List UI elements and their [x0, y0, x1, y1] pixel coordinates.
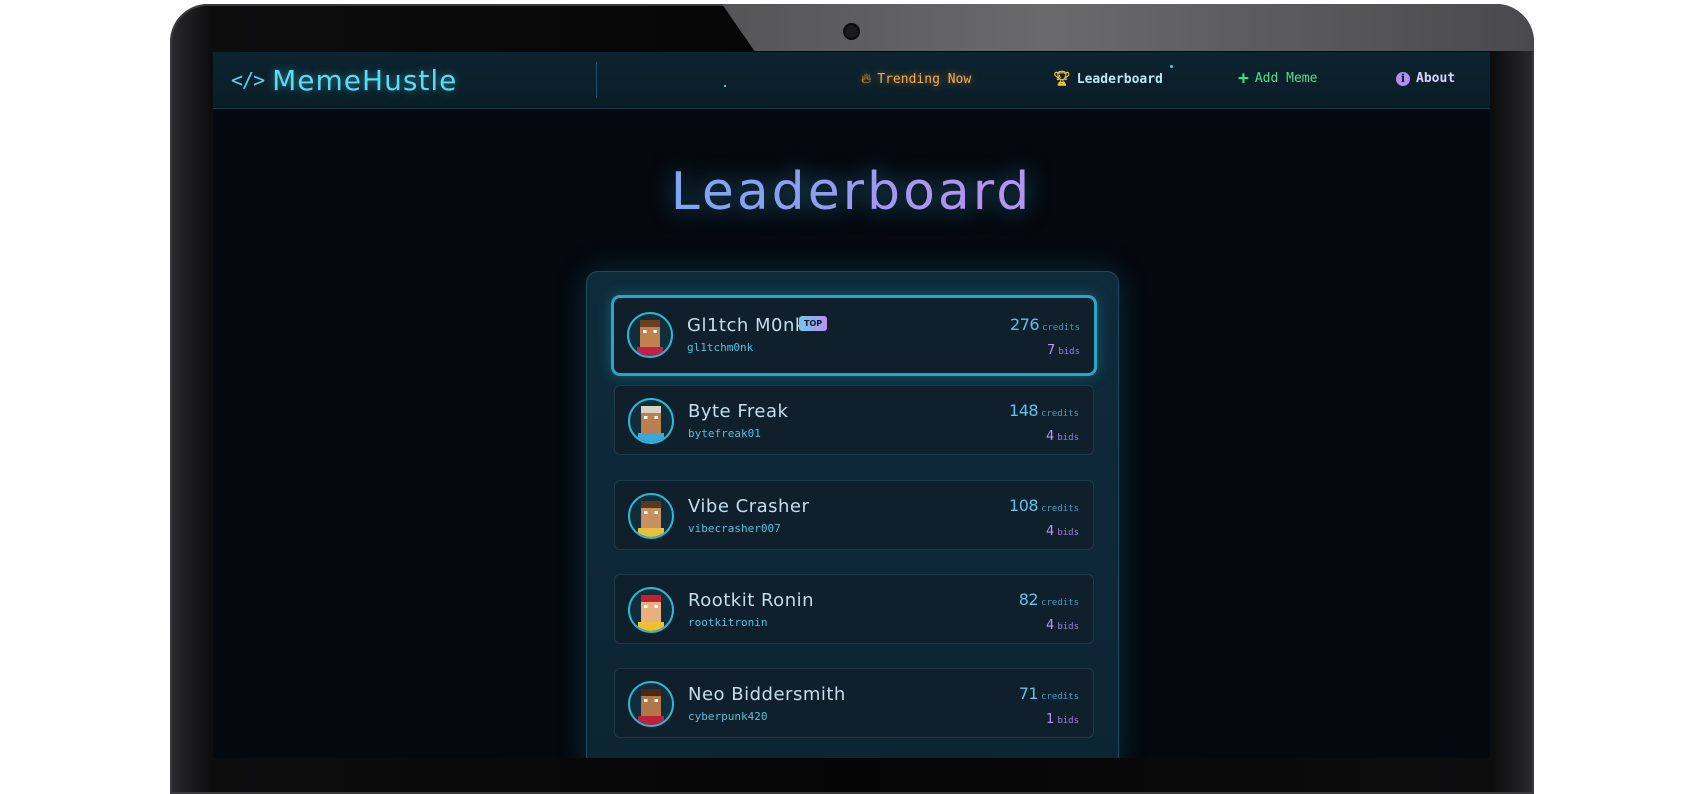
player-name: Rootkit Ronin — [688, 590, 815, 611]
bids-value: 4 bids — [1046, 524, 1079, 539]
avatar — [628, 587, 674, 633]
leaderboard-row[interactable]: Byte Freak bytefreak01 148 credits 4 bids — [614, 385, 1094, 455]
player-name: Byte Freak — [688, 401, 789, 422]
nav-about-label: About — [1416, 71, 1456, 86]
plus-icon: + — [1238, 67, 1249, 89]
player-handle: cyberpunk420 — [688, 710, 768, 723]
player-handle: vibecrasher007 — [688, 522, 781, 535]
nav-trending-label: Trending Now — [877, 71, 972, 87]
nav-leaderboard[interactable]: 🏆︎ Leaderboard — [1053, 71, 1163, 87]
credits-value: 108 credits — [1009, 496, 1079, 515]
bids-value: 1 bids — [1046, 712, 1079, 727]
leaderboard-row[interactable]: Gl1tch M0nk TOP gl1tchm0nk 276 credits 7b… — [611, 295, 1097, 376]
player-handle: gl1tchm0nk — [687, 341, 754, 354]
app-screen: </> MemeHustle 🔥︎ Trending Now 🏆︎ Leader… — [213, 52, 1490, 758]
screen-glare — [722, 4, 1534, 51]
nav-leaderboard-label: Leaderboard — [1076, 71, 1163, 87]
top-navbar: </> MemeHustle 🔥︎ Trending Now 🏆︎ Leader… — [213, 52, 1490, 109]
brand-name: MemeHustle — [272, 63, 458, 97]
top-badge: TOP — [799, 316, 828, 331]
avatar — [627, 312, 673, 358]
leaderboard-row[interactable]: Vibe Crasher vibecrasher007 108 credits 4… — [614, 480, 1094, 550]
webcam-icon — [845, 25, 858, 38]
credits-value: 82 credits — [1018, 590, 1079, 609]
decorative-dot — [724, 85, 726, 87]
nav-trending-now[interactable]: 🔥︎ Trending Now — [861, 71, 971, 87]
brand-logo[interactable]: </> MemeHustle — [231, 63, 458, 97]
flame-icon: 🔥︎ — [861, 71, 872, 87]
info-icon: i — [1396, 71, 1410, 86]
leaderboard-row[interactable]: Neo Biddersmith cyberpunk420 71 credits 1… — [614, 668, 1094, 738]
nav-add-meme[interactable]: + Add Meme — [1238, 67, 1318, 89]
bids-value: 4 bids — [1046, 618, 1079, 633]
bids-value: 4 bids — [1046, 429, 1079, 444]
trophy-icon: 🏆︎ — [1053, 71, 1071, 87]
avatar — [628, 681, 674, 727]
avatar — [628, 398, 674, 444]
credits-value: 148 credits — [1009, 401, 1079, 420]
player-handle: bytefreak01 — [688, 427, 761, 440]
code-icon: </> — [231, 68, 265, 92]
nav-add-label: Add Meme — [1254, 71, 1318, 86]
player-name: Gl1tch M0nk — [687, 315, 806, 336]
leaderboard-panel: Gl1tch M0nk TOP gl1tchm0nk 276 credits 7b… — [586, 271, 1119, 758]
player-name: Neo Biddersmith — [688, 684, 846, 705]
leaderboard-row[interactable]: Rootkit Ronin rootkitronin 82 credits 4 bi… — [614, 574, 1094, 644]
page-title: Leaderboard — [213, 162, 1490, 222]
credits-value: 276 credits — [1010, 315, 1080, 334]
avatar — [628, 493, 674, 539]
nav-about[interactable]: i About — [1396, 71, 1455, 86]
player-name: Vibe Crasher — [688, 496, 810, 517]
bids-value: 7 bids — [1047, 343, 1080, 358]
credits-value: 71 credits — [1018, 684, 1079, 703]
nav-divider — [596, 62, 597, 98]
player-handle: rootkitronin — [688, 616, 768, 629]
decorative-dot — [1170, 65, 1173, 68]
